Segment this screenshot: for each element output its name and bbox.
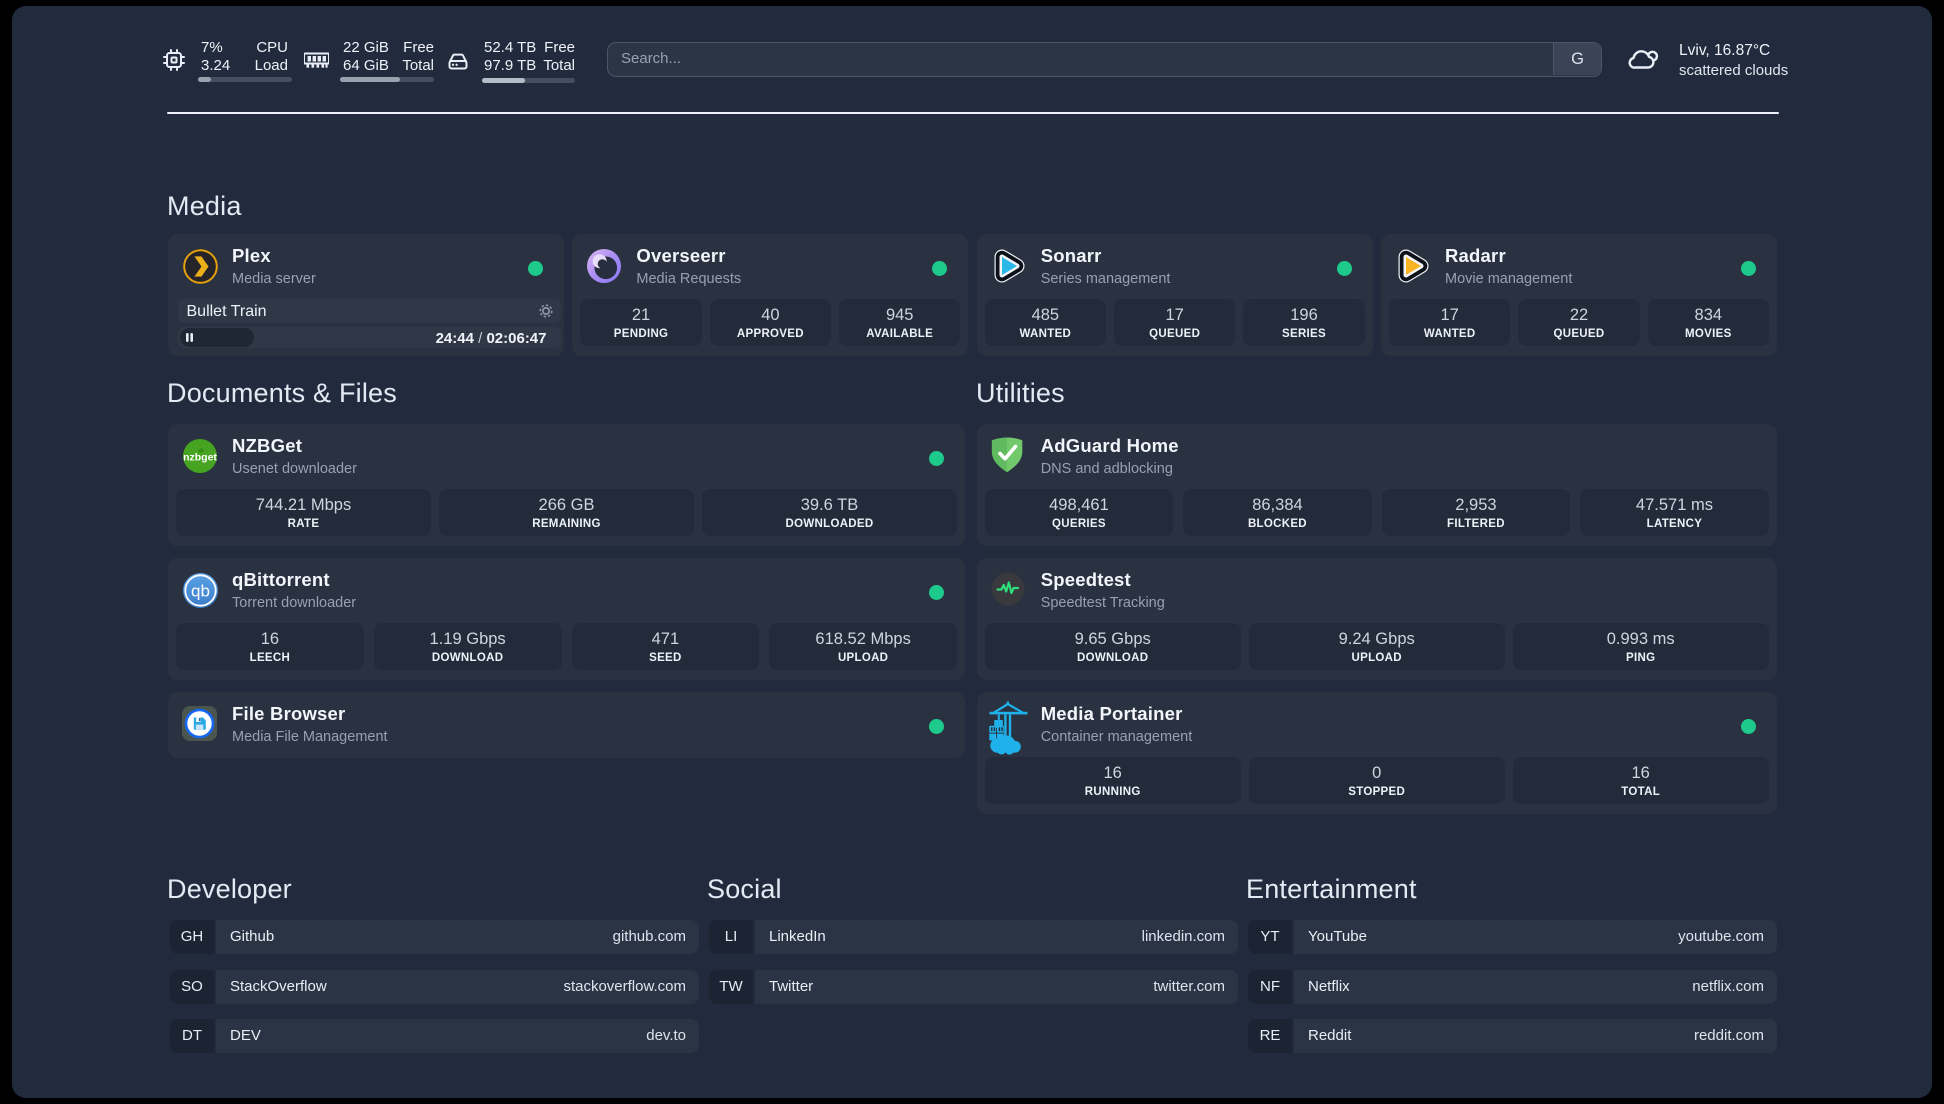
svg-text:nzbget: nzbget bbox=[183, 452, 217, 464]
svg-text:qb: qb bbox=[191, 582, 210, 601]
